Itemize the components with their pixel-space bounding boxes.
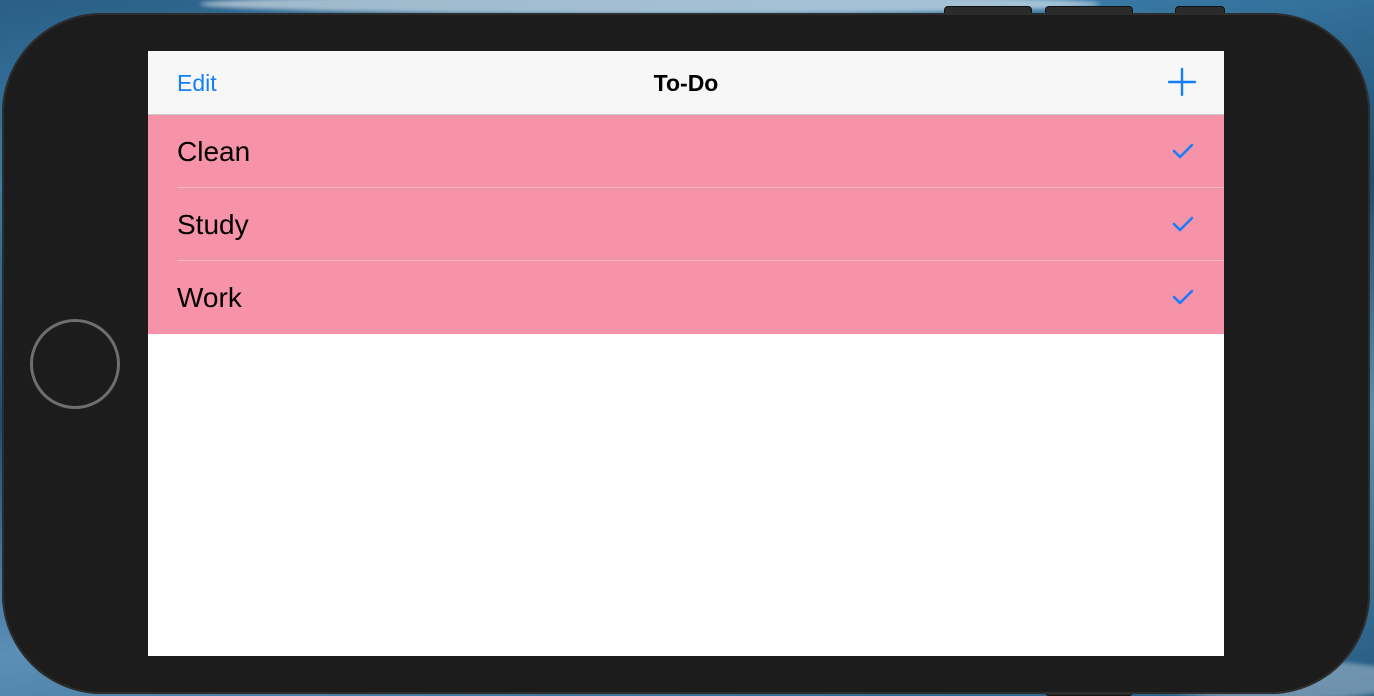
plus-icon[interactable] [1166, 66, 1198, 98]
navigation-bar: Edit To-Do [148, 51, 1224, 115]
app-screen: Edit To-Do Clean Study Work [148, 51, 1224, 656]
list-item[interactable]: Study [148, 188, 1224, 261]
list-item-label: Work [177, 282, 242, 313]
list-item-label: Clean [177, 136, 251, 167]
checkmark-icon [1172, 215, 1194, 233]
todo-list: Clean Study Work [148, 115, 1224, 334]
checkmark-icon [1172, 288, 1194, 306]
checkmark-icon [1172, 142, 1194, 160]
page-title: To-Do [653, 70, 719, 96]
list-item[interactable]: Work [148, 261, 1224, 334]
list-item[interactable]: Clean [148, 115, 1224, 188]
list-item-label: Study [177, 209, 249, 240]
home-button[interactable] [30, 319, 120, 409]
